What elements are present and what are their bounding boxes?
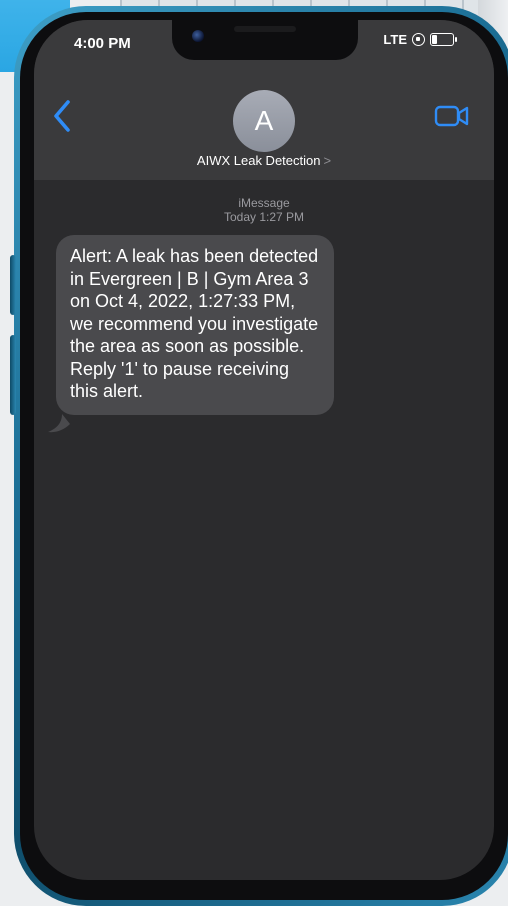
message-text: Alert: A leak has been detected in Everg…	[70, 246, 319, 401]
status-time: 4:00 PM	[74, 35, 131, 52]
service-label: iMessage	[238, 196, 290, 210]
avatar-initial: A	[254, 105, 274, 136]
phone-screen: 4:00 PM LTE A AIWX Leak Detection > iMess…	[34, 20, 494, 880]
volume-down-button	[10, 335, 16, 415]
back-chevron-icon[interactable]	[50, 98, 74, 134]
thread-timestamp: Today 1:27 PM	[223, 210, 305, 224]
earpiece	[234, 26, 296, 32]
contact-avatar[interactable]: A	[233, 90, 295, 152]
contact-name: AIWX Leak Detection	[196, 153, 321, 168]
front-camera	[192, 30, 204, 42]
video-camera-icon[interactable]	[434, 104, 470, 128]
network-label: LTE	[383, 32, 407, 47]
message-bubble-incoming[interactable]: Alert: A leak has been detected in Everg…	[56, 235, 334, 415]
chevron-right-icon: >	[323, 153, 332, 168]
status-indicators: LTE	[383, 32, 457, 47]
contact-name-button[interactable]: AIWX Leak Detection >	[34, 153, 494, 168]
lock-rotation-icon	[412, 33, 425, 46]
bubble-tail	[48, 414, 70, 433]
volume-up-button	[10, 255, 16, 315]
thread-meta: iMessage Today 1:27 PM	[34, 196, 494, 224]
notch	[172, 20, 358, 60]
battery-icon	[430, 33, 457, 46]
